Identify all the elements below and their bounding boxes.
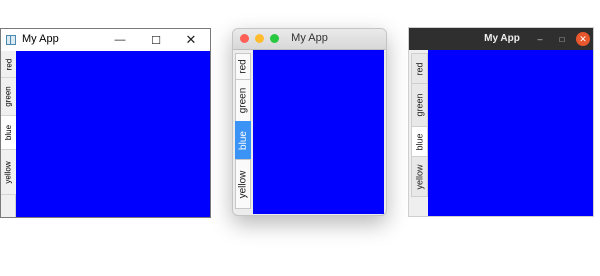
minimize-icon[interactable]: — [111,32,129,48]
tab-yellow[interactable]: yellow [235,159,251,209]
blue-content-panel [253,50,384,214]
tab-green[interactable]: green [1,78,16,116]
minimize-icon[interactable]: – [533,32,547,46]
window-title: My App [291,32,328,44]
close-icon[interactable]: ✕ [576,32,590,46]
title-bar[interactable]: My App — ☐ ✕ [1,29,210,51]
tab-bar: red green blue yellow [1,51,16,217]
blue-content-panel [428,50,593,216]
tab-yellow[interactable]: yellow [1,150,16,195]
tab-label: yellow [237,170,249,198]
tab-bar: red green blue yellow [409,50,428,216]
maximize-icon[interactable]: □ [555,32,569,46]
tab-blue[interactable]: blue [411,126,428,156]
windows-app-window: My App — ☐ ✕ red green blue yellow [0,28,211,218]
tab-green[interactable]: green [411,83,428,126]
tab-label: green [4,86,13,107]
app-icon [6,35,16,45]
tab-label: yellow [4,160,14,184]
tab-red[interactable]: red [1,51,16,78]
tab-label: yellow [414,163,425,190]
tab-label: blue [4,124,13,141]
window-title: My App [22,33,59,45]
tab-bar: red green blue yellow [233,50,253,214]
tab-label: red [414,61,425,76]
tab-red[interactable]: red [411,53,428,83]
tab-label: blue [237,131,249,150]
title-bar[interactable]: My App [233,29,386,50]
tab-blue[interactable]: blue [1,116,16,150]
tab-label: red [4,58,13,70]
tab-red[interactable]: red [235,53,251,79]
tab-label: green [414,93,425,117]
tab-yellow[interactable]: yellow [411,156,428,197]
ubuntu-app-window: My App – □ ✕ red green blue yellow [408,27,594,217]
tab-label: blue [414,132,425,151]
tab-label: green [237,87,249,114]
title-bar[interactable]: My App – □ ✕ [409,28,593,50]
close-icon[interactable]: ✕ [182,32,200,48]
tab-blue[interactable]: blue [235,121,251,159]
tab-label: red [237,59,249,74]
tab-green[interactable]: green [235,79,251,121]
macos-app-window: My App red green blue yellow [232,28,387,216]
blue-content-panel [16,51,210,217]
maximize-icon[interactable]: ☐ [147,32,165,48]
